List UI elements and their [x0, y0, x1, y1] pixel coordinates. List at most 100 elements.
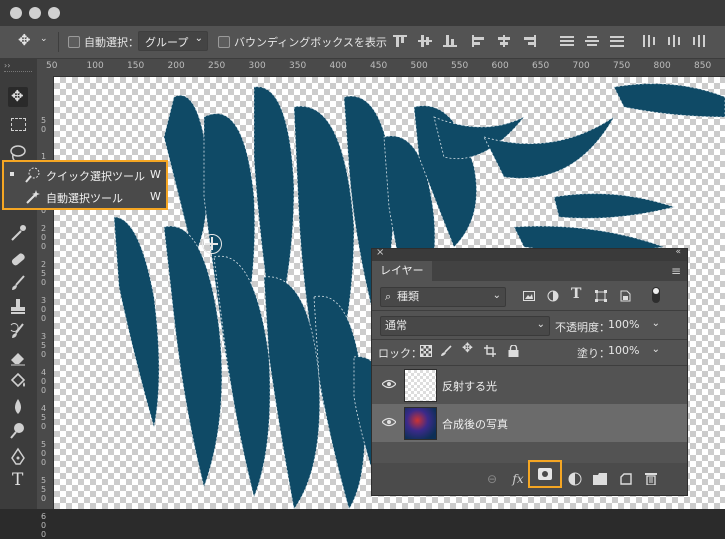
- lock-transparency-icon[interactable]: [420, 345, 432, 357]
- panel-menu-icon[interactable]: ≡: [671, 264, 681, 278]
- type-layer-filter-icon[interactable]: T: [571, 286, 581, 302]
- ruler-tick-label: 150: [127, 61, 145, 71]
- marquee-icon: [11, 118, 26, 131]
- pixel-layer-filter-icon[interactable]: [523, 290, 535, 302]
- distribute-vcenter-icon[interactable]: [585, 35, 599, 47]
- close-panel-icon[interactable]: ×: [376, 247, 384, 258]
- lock-pixels-icon[interactable]: [440, 345, 452, 357]
- add-mask-button[interactable]: [528, 460, 562, 488]
- flyout-item-shortcut: W: [150, 190, 161, 203]
- align-left-icon[interactable]: [472, 35, 486, 47]
- eyedropper-icon: [11, 225, 26, 241]
- toolbar-grip[interactable]: [4, 71, 32, 74]
- dodge-tool-button[interactable]: [8, 421, 28, 441]
- layer-row[interactable]: 反射する光: [372, 366, 687, 405]
- fill-field[interactable]: 100% ⌄: [608, 342, 660, 360]
- blur-tool-button[interactable]: [8, 397, 28, 417]
- tools-panel: ›› ✥ T: [0, 59, 38, 509]
- distribute-right-icon[interactable]: [692, 35, 706, 47]
- minimize-window-button[interactable]: [29, 7, 41, 19]
- ruler-tick-label: 600: [491, 61, 509, 71]
- brush-tool-button[interactable]: [8, 273, 28, 293]
- flyout-item-magic-wand[interactable]: 自動選択ツール W: [4, 186, 166, 208]
- healing-brush-tool-button[interactable]: [8, 249, 28, 269]
- fill-value: 100%: [608, 344, 640, 357]
- opacity-field[interactable]: 100% ⌄: [608, 316, 660, 334]
- align-bottom-icon[interactable]: [443, 35, 457, 47]
- opacity-value: 100%: [608, 318, 640, 331]
- ruler-tick-label: 400: [41, 368, 47, 395]
- blend-mode-dropdown[interactable]: 通常 ⌄: [380, 316, 550, 336]
- flyout-item-shortcut: W: [150, 168, 161, 181]
- collapse-panel-icon[interactable]: «: [675, 247, 681, 257]
- layer-filter-dropdown[interactable]: ⌕ 種類 ⌄: [380, 287, 506, 307]
- eraser-tool-button[interactable]: [8, 347, 28, 367]
- ruler-tick-label: 50: [41, 116, 47, 134]
- move-tool-button[interactable]: ✥: [8, 87, 28, 107]
- shape-layer-filter-icon[interactable]: [595, 290, 607, 302]
- type-tool-button[interactable]: T: [8, 470, 28, 491]
- panel-tab-bar: レイヤー ≡: [372, 261, 687, 281]
- layer-thumbnail: [404, 369, 437, 402]
- align-top-icon[interactable]: [393, 35, 407, 47]
- auto-select-checkbox[interactable]: [68, 36, 80, 48]
- distribute-top-icon[interactable]: [560, 35, 574, 47]
- bounding-box-checkbox[interactable]: [218, 36, 230, 48]
- new-layer-icon[interactable]: [620, 473, 632, 485]
- distribute-hcenter-icon[interactable]: [667, 35, 681, 47]
- ruler-tick-label: 300: [248, 61, 266, 71]
- marquee-tool-button[interactable]: [8, 115, 28, 135]
- adjustment-layer-icon[interactable]: [568, 472, 582, 486]
- brush-cursor-icon: [202, 234, 222, 254]
- clone-stamp-tool-button[interactable]: [8, 297, 28, 317]
- ruler-tick-label: 250: [208, 61, 226, 71]
- chevron-down-icon[interactable]: ⌄: [40, 34, 48, 44]
- chevron-down-icon: ⌄: [194, 33, 203, 44]
- eyedropper-tool-button[interactable]: [8, 223, 28, 243]
- ruler-tick-label: 100: [86, 61, 104, 71]
- fill-label: 塗り：: [577, 347, 610, 360]
- trash-icon[interactable]: [645, 472, 657, 485]
- adjustment-layer-filter-icon[interactable]: [547, 290, 559, 302]
- ruler-tick-label: 50: [46, 61, 58, 71]
- eye-icon[interactable]: [382, 417, 396, 427]
- divider: [372, 339, 687, 340]
- align-hcenter-icon[interactable]: [497, 35, 511, 47]
- collapse-toolbar-icon[interactable]: ››: [4, 61, 10, 70]
- move-tool-icon[interactable]: ✥: [18, 31, 31, 49]
- distribute-left-icon[interactable]: [642, 35, 656, 47]
- flyout-item-quick-selection[interactable]: クイック選択ツール W: [4, 164, 166, 186]
- close-window-button[interactable]: [10, 7, 22, 19]
- align-right-icon[interactable]: [522, 35, 536, 47]
- ruler-tick-label: 850: [694, 61, 712, 71]
- lock-artboard-icon[interactable]: [484, 345, 496, 357]
- eraser-icon: [11, 353, 25, 366]
- drop-icon: [15, 399, 21, 414]
- history-brush-tool-button[interactable]: [8, 321, 28, 341]
- layer-row-selected[interactable]: 合成後の写真: [372, 404, 687, 442]
- blend-mode-value: 通常: [385, 319, 407, 332]
- ruler-tick-label: 400: [329, 61, 347, 71]
- align-vcenter-icon[interactable]: [418, 35, 432, 47]
- distribute-bottom-icon[interactable]: [610, 35, 624, 47]
- smart-object-filter-icon[interactable]: [619, 290, 631, 302]
- type-icon: T: [12, 470, 24, 490]
- folder-icon[interactable]: [593, 473, 607, 485]
- auto-select-dropdown[interactable]: グループ ⌄: [138, 31, 208, 51]
- tab-layers[interactable]: レイヤー: [372, 261, 432, 281]
- flyout-item-label: 自動選択ツール: [46, 192, 123, 205]
- lock-all-icon[interactable]: [508, 345, 519, 357]
- chevron-down-icon: ⌄: [651, 318, 660, 329]
- pen-tool-button[interactable]: [8, 447, 28, 467]
- chevron-down-icon: ⌄: [492, 290, 501, 301]
- filter-toggle[interactable]: [652, 287, 660, 303]
- lock-position-icon[interactable]: ✥: [462, 341, 473, 356]
- paint-bucket-tool-button[interactable]: [8, 371, 28, 391]
- layer-name: 反射する光: [442, 380, 497, 393]
- divider: [58, 32, 59, 52]
- eye-icon[interactable]: [382, 379, 396, 389]
- fx-button[interactable]: fx: [510, 471, 526, 487]
- link-layers-icon[interactable]: ⊖: [484, 471, 500, 487]
- ruler-tick-label: 600: [41, 512, 47, 539]
- zoom-window-button[interactable]: [48, 7, 60, 19]
